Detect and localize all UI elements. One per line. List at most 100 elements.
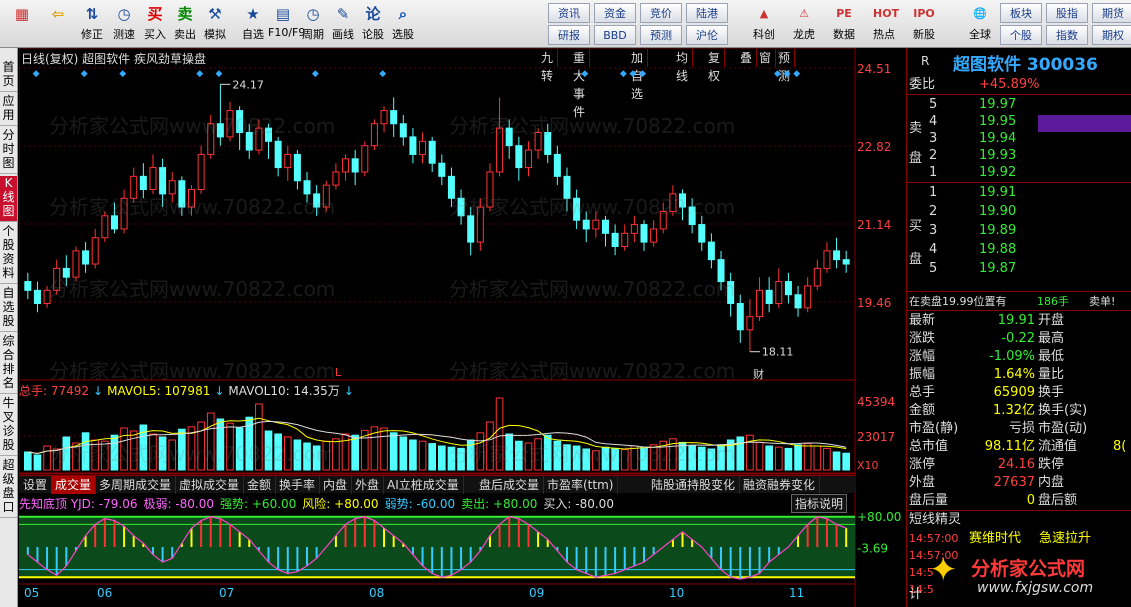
nav-6[interactable]: 综合排名	[0, 334, 17, 394]
tab-3[interactable]: 虚拟成交量	[175, 476, 245, 494]
volume-bar	[476, 432, 485, 471]
tab-11[interactable]: 陆股通持股变化	[647, 476, 741, 494]
tab-1[interactable]: 成交量	[51, 476, 97, 494]
volume-bar	[505, 433, 514, 471]
tab-9[interactable]: 盘后成交量	[475, 476, 545, 494]
volume-bar	[380, 427, 388, 471]
toolbar-f10-button[interactable]: ▤ F10/F9	[268, 2, 305, 46]
candle	[486, 171, 494, 208]
tab-7[interactable]: 外盘	[351, 476, 385, 494]
stat-label-2: 量比	[1038, 367, 1065, 382]
toolbar-grid2-3[interactable]: 沪伦	[686, 25, 728, 45]
stat-label: 总市值	[909, 439, 949, 454]
nav-2[interactable]: 分时图	[0, 128, 17, 174]
toolbar-0-button[interactable]: ▲ 科创	[744, 2, 784, 46]
toolbar-star-button[interactable]: ★ 自选	[238, 2, 268, 46]
candle	[322, 184, 330, 208]
volume-bar	[168, 439, 177, 471]
candle	[804, 285, 812, 309]
candle	[303, 180, 311, 195]
candle	[390, 110, 398, 125]
toolbar-grid3-0[interactable]: 板块	[1000, 3, 1042, 23]
r-mark: R	[921, 54, 930, 68]
toolbar-grid2-2[interactable]: 预测	[640, 25, 682, 45]
toolbar-1-button[interactable]: ⚠ 龙虎	[784, 2, 824, 46]
y-tick: 22.82	[857, 140, 891, 154]
volume-bar	[428, 443, 437, 471]
toolbar-magnifier-button[interactable]: ⌕ 选股	[388, 2, 418, 46]
indicator-stat: 买入: -80.00	[543, 497, 614, 511]
nav-5[interactable]: 自选股	[0, 286, 17, 332]
tab-4[interactable]: 金额	[243, 476, 277, 494]
tab-12[interactable]: 融资融券变化	[739, 476, 821, 494]
tab-0[interactable]: 设置	[19, 476, 53, 494]
stat-value: 1.32亿	[993, 403, 1035, 418]
toolbar-grid2-1[interactable]: BBD	[594, 25, 636, 45]
tab-8[interactable]: AI立桩成交量	[383, 476, 464, 494]
toolbar-icon: ⚠	[799, 7, 809, 20]
buy-icon: 买	[147, 5, 163, 23]
stat-label: 市盈(静)	[909, 421, 959, 436]
nav-1[interactable]: 应用	[0, 94, 17, 126]
indicator-stat: 先知底顶 YJD: -79.06	[19, 497, 138, 511]
toolbar-grid1-2[interactable]: 竞价	[640, 3, 682, 23]
toolbar-3-button[interactable]: HOT 热点	[864, 2, 904, 46]
toolbar-grid-button[interactable]: ▦	[4, 2, 40, 46]
volume-bar	[312, 445, 321, 471]
nav-0[interactable]: 首页	[0, 60, 17, 92]
toolbar-updown-button[interactable]: ⇅ 修正	[76, 2, 108, 46]
candle	[370, 123, 378, 147]
toolbar-2-button[interactable]: PE 数据	[824, 2, 864, 46]
toolbar-grid4-1[interactable]: 指数	[1046, 25, 1088, 45]
toolbar-hammer-button[interactable]: ⚒ 模拟	[200, 2, 230, 46]
candle	[149, 167, 157, 191]
candle	[688, 206, 696, 226]
toolbar-grid4-0[interactable]: 个股	[1000, 25, 1042, 45]
stat-value: -0.22	[1001, 331, 1035, 346]
toolbar-grid2-0[interactable]: 研报	[548, 25, 590, 45]
event-marker: ◆	[216, 69, 223, 79]
toolbar-clock-button[interactable]: ◷ 测速	[108, 2, 140, 46]
toolbar-5-button[interactable]: 🌐 全球	[960, 2, 1000, 46]
candle	[698, 224, 706, 243]
volume-bar	[649, 444, 658, 471]
toolbar-grid3-2[interactable]: 期货	[1092, 3, 1131, 23]
toolbar-grid4-2[interactable]: 期权	[1092, 25, 1131, 45]
volume-bar	[813, 445, 822, 471]
volume-bar	[303, 442, 311, 471]
toolbar-sell-button[interactable]: 卖卖出	[170, 2, 200, 46]
toolbar-grid3-1[interactable]: 股指	[1046, 3, 1088, 23]
tab-5[interactable]: 换手率	[275, 476, 321, 494]
toolbar-buy-button[interactable]: 买买入	[140, 2, 170, 46]
toolbar-grid1-0[interactable]: 资讯	[548, 3, 590, 23]
volume-bar	[842, 452, 850, 471]
nav-4[interactable]: 个股资料	[0, 224, 17, 284]
nav-3[interactable]: K线图	[0, 176, 17, 222]
sell-price: 19.95	[979, 114, 1017, 129]
tab-2[interactable]: 多周期成交量	[95, 476, 177, 494]
volume-bar	[524, 442, 533, 471]
toolbar-4-button[interactable]: IPO 新股	[904, 2, 944, 46]
kline-chart[interactable]: 24.5122.8221.1419.46◆ ◆ ◆ ◆ ◆ ◆ ◆ ◆ ◆ ◆ ◆ ◆ ◆ ◆24.171…	[19, 48, 906, 607]
toolbar-grid1-3[interactable]: 陆港	[686, 3, 728, 23]
tab-10[interactable]: 市盈率(ttm)	[543, 476, 619, 494]
indicator-help-button[interactable]: 指标说明	[791, 494, 848, 513]
toolbar-clock-button[interactable]: ◷ 周期	[298, 2, 328, 46]
toolbar-pen-button[interactable]: ✎ 画线	[328, 2, 358, 46]
toolbar-chat-button[interactable]: 论论股	[358, 2, 388, 46]
volume-bar	[553, 440, 562, 471]
short-signal-name[interactable]: 赛维时代	[969, 530, 1021, 547]
toolbar-grid1-1[interactable]: 资金	[594, 3, 636, 23]
x-tick: 06	[97, 586, 112, 600]
candle	[611, 232, 619, 247]
candle	[544, 132, 552, 155]
toolbar-back-arrow-button[interactable]: ⇦	[40, 2, 76, 46]
candle	[447, 175, 455, 199]
indicator-stat: 弱势: -60.00	[384, 497, 456, 511]
volume-bar	[149, 433, 157, 471]
tab-6[interactable]: 内盘	[319, 476, 353, 494]
nav-8[interactable]: 超级盘口	[0, 458, 17, 518]
candle	[419, 140, 427, 155]
nav-7[interactable]: 牛叉诊股	[0, 396, 17, 456]
f10-icon: ▤	[275, 5, 291, 23]
